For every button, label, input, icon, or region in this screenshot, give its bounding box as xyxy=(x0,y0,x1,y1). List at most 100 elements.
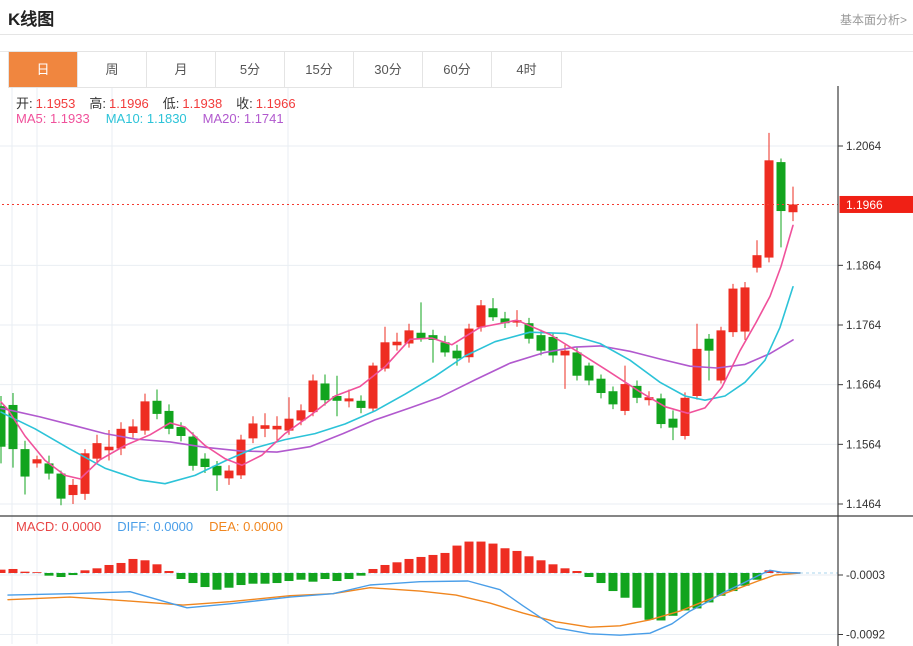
macd-legend-dea: DEA: 0.0000 xyxy=(209,519,283,534)
macd-histogram-bar xyxy=(453,546,462,573)
ma-legend-ma10: MA10: 1.1830 xyxy=(106,111,187,126)
candle-body xyxy=(753,255,762,268)
macd-histogram-bar xyxy=(501,548,510,573)
candle-body xyxy=(561,351,570,356)
macd-histogram-bar xyxy=(681,573,690,610)
ma10-line xyxy=(1,287,793,484)
candle-body xyxy=(669,419,678,428)
macd-legend: MACD: 0.0000 DIFF: 0.0000 DEA: 0.0000 xyxy=(16,519,299,534)
macd-histogram-bar xyxy=(273,573,282,583)
macd-histogram-bar xyxy=(57,573,66,577)
candle-body xyxy=(573,352,582,375)
macd-histogram-bar xyxy=(93,568,102,573)
candle-body xyxy=(33,459,42,463)
macd-histogram-bar xyxy=(381,565,390,573)
candle-body xyxy=(765,160,774,257)
ma-legend-ma20: MA20: 1.1741 xyxy=(203,111,284,126)
ohlc-legend-low: 低:1.1938 xyxy=(163,96,236,111)
tab-timeframe-7[interactable]: 4时 xyxy=(492,52,561,87)
fundamental-analysis-link[interactable]: 基本面分析> xyxy=(840,11,907,28)
candle-body xyxy=(609,391,618,404)
macd-histogram-bar xyxy=(573,571,582,573)
macd-histogram-bar xyxy=(333,573,342,581)
candle-body xyxy=(729,289,738,333)
ohlc-legend-open: 开:1.1953 xyxy=(16,96,89,111)
macd-histogram-bar xyxy=(405,559,414,573)
title-divider xyxy=(0,34,913,35)
macd-histogram-bar xyxy=(621,573,630,598)
macd-legend-diff: DIFF: 0.0000 xyxy=(117,519,193,534)
macd-histogram-bar xyxy=(189,573,198,583)
candle-body xyxy=(777,162,786,211)
macd-histogram-bar xyxy=(33,572,42,573)
candle-body xyxy=(585,366,594,381)
candle-body xyxy=(681,398,690,436)
candle-body xyxy=(741,287,750,331)
macd-histogram-bar xyxy=(321,573,330,579)
macd-histogram-bar xyxy=(0,570,6,573)
macd-histogram-bar xyxy=(105,565,114,573)
macd-histogram-bar xyxy=(69,573,78,575)
macd-histogram-bar xyxy=(489,544,498,573)
macd-histogram-bar xyxy=(201,573,210,587)
macd-histogram-bar xyxy=(429,555,438,573)
candle-body xyxy=(237,440,246,476)
tab-timeframe-6[interactable]: 60分 xyxy=(423,52,492,87)
candle-body xyxy=(549,337,558,355)
candle-body xyxy=(93,443,102,459)
current-price-badge-label: 1.1966 xyxy=(846,198,883,212)
candle-body xyxy=(597,379,606,393)
macd-histogram-bar xyxy=(141,560,150,573)
tab-timeframe-2[interactable]: 月 xyxy=(147,52,216,87)
price-tick-label: 1.1664 xyxy=(846,380,882,392)
macd-histogram-bar xyxy=(213,573,222,590)
macd-histogram-bar xyxy=(537,560,546,573)
candle-body xyxy=(249,423,258,438)
candle-body xyxy=(489,308,498,317)
candle-body xyxy=(21,449,30,476)
candle-body xyxy=(141,401,150,430)
tab-timeframe-5[interactable]: 30分 xyxy=(354,52,423,87)
candle-body xyxy=(69,485,78,495)
tab-timeframe-4[interactable]: 15分 xyxy=(285,52,354,87)
candle-body xyxy=(357,401,366,408)
candle-body xyxy=(705,339,714,351)
macd-histogram-bar xyxy=(117,563,126,573)
candle-body xyxy=(201,459,210,467)
macd-histogram-bar xyxy=(669,573,678,616)
macd-histogram-bar xyxy=(285,573,294,581)
macd-histogram-bar xyxy=(645,573,654,620)
tab-timeframe-3[interactable]: 5分 xyxy=(216,52,285,87)
candle-body xyxy=(717,330,726,380)
macd-histogram-bar xyxy=(9,569,18,573)
candle-body xyxy=(189,437,198,466)
macd-histogram-bar xyxy=(309,573,318,582)
candle-body xyxy=(321,383,330,400)
macd-histogram-bar xyxy=(357,573,366,576)
price-tick-label: 1.1464 xyxy=(846,499,882,511)
price-tick-label: 1.1764 xyxy=(846,320,882,332)
tab-timeframe-0[interactable]: 日 xyxy=(9,52,78,87)
candle-body xyxy=(381,342,390,368)
ohlc-legend: 开:1.1953高:1.1996低:1.1938收:1.1966 xyxy=(16,93,310,112)
macd-histogram-bar xyxy=(465,542,474,573)
macd-histogram-bar xyxy=(585,573,594,577)
macd-histogram-bar xyxy=(165,571,174,573)
ma-legend: MA5: 1.1933MA10: 1.1830MA20: 1.1741 xyxy=(16,111,300,126)
macd-histogram-bar xyxy=(225,573,234,588)
macd-legend-macd: MACD: 0.0000 xyxy=(16,519,101,534)
macd-histogram-bar xyxy=(81,570,90,573)
candle-body xyxy=(693,349,702,396)
price-tick-label: 1.1864 xyxy=(846,260,882,272)
page-title: K线图 xyxy=(8,5,54,30)
macd-histogram-bar xyxy=(345,573,354,579)
macd-tick-label: -0.0092 xyxy=(846,630,885,642)
tab-timeframe-1[interactable]: 周 xyxy=(78,52,147,87)
macd-histogram-bar xyxy=(549,564,558,573)
macd-histogram-bar xyxy=(657,573,666,620)
candle-body xyxy=(261,425,270,429)
macd-histogram-bar xyxy=(237,573,246,585)
timeframe-tabbar: 日周月5分15分30分60分4时 xyxy=(8,51,562,88)
candle-body xyxy=(789,204,798,212)
price-tick-label: 1.1564 xyxy=(846,439,882,451)
